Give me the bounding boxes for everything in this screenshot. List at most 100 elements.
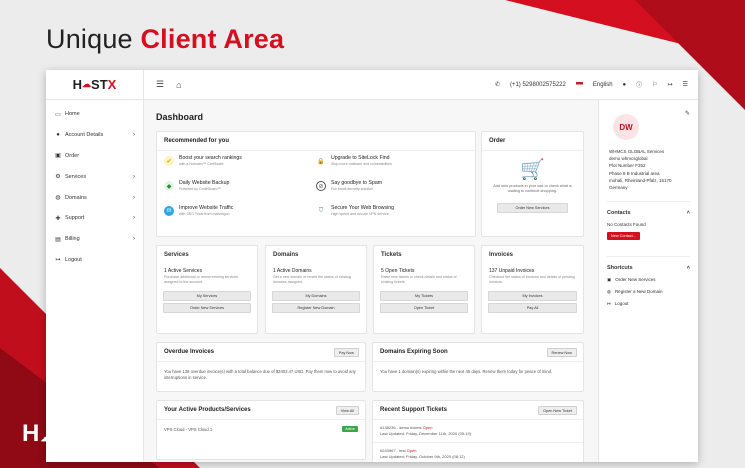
- vpn-shield-icon: ⛉: [318, 207, 324, 214]
- sidebar-item-domains[interactable]: ◍ Domains ›: [46, 187, 143, 208]
- logo-text: H: [22, 420, 41, 447]
- sidebar-item-support[interactable]: ✚ Support ›: [46, 208, 143, 229]
- logo[interactable]: H ☁ ST X: [46, 70, 144, 100]
- rec-sub: Powered by CodeGuard™: [179, 187, 222, 191]
- rec-item[interactable]: ◆ Daily Website Backup Powered by CodeGuar…: [164, 180, 316, 202]
- support-icon: ✚: [55, 215, 61, 222]
- open-ticket-button[interactable]: Open Ticket: [380, 302, 468, 313]
- menu-icon[interactable]: ☰: [156, 79, 164, 90]
- services-card: Services 1 Active Services Purchase addi…: [156, 245, 258, 334]
- ticket-title: #138236 - demo tickets: [380, 425, 422, 430]
- logout-icon: ↦: [55, 257, 61, 264]
- logout-icon[interactable]: ↦: [668, 81, 673, 88]
- status-badge: Active: [342, 426, 358, 432]
- rec-sub: with SEO Tools from marketgoo: [179, 212, 230, 216]
- tickets-card: Tickets 5 Open Tickets Raise new tickets…: [373, 245, 475, 334]
- sidebar-item-logout[interactable]: ↦ Logout: [46, 250, 143, 271]
- my-services-button[interactable]: My Services: [163, 290, 251, 301]
- shortcut-item[interactable]: ◍ Register a New Domain: [607, 289, 690, 295]
- edit-icon[interactable]: ✎: [685, 110, 690, 140]
- rec-item[interactable]: ✔ Boost your search rankings with a NoInde…: [164, 155, 316, 177]
- my-tickets-button[interactable]: My Tickets: [380, 290, 468, 301]
- card-title: Your Active Products/Services: [157, 401, 365, 420]
- address-line: mohali, Rheinland-Pfalz, 15170: [609, 177, 672, 183]
- sidebar-item-label: Order: [65, 152, 80, 159]
- user-icon: ●: [56, 132, 60, 139]
- order-new-services-button[interactable]: Order New Services: [163, 302, 251, 313]
- rec-title: Daily Website Backup: [179, 180, 230, 186]
- app-window: H ☁ ST X ☰ ⌂ ✆ (+1) 5298002575222 Englis…: [46, 70, 698, 462]
- headline-word: Unique: [46, 24, 133, 54]
- footer-logo: H☁STX: [22, 420, 109, 448]
- sidebar-item-label: Domains: [65, 194, 87, 201]
- info-icon[interactable]: ⓘ: [636, 80, 642, 89]
- ticket-date: Last Updated: Friday, December 11th, 202…: [380, 431, 472, 436]
- rec-item[interactable]: m Improve Website Traffic with SEO Tools f…: [164, 205, 316, 227]
- home-icon[interactable]: ⌂: [176, 80, 181, 90]
- rec-item[interactable]: ⛉ Secure Your Web Browsing High speed and …: [316, 205, 468, 227]
- sidebar: ▭ Home ● Account Details › ▣ Order ⚙ Services…: [46, 100, 144, 462]
- address-line: WHMCS GLOBAL Services: [609, 149, 665, 154]
- grid-menu-icon[interactable]: ☰: [683, 81, 688, 88]
- address-line: demo whmcsglobal: [609, 156, 648, 162]
- order-text: Add new products in your cart or check w…: [493, 184, 572, 194]
- user-icon[interactable]: ●: [623, 82, 627, 88]
- rec-sub: Full email security solution: [331, 187, 374, 191]
- sidebar-item-services[interactable]: ⚙ Services ›: [46, 166, 143, 187]
- rec-title: Secure Your Web Browsing: [331, 205, 395, 211]
- shortcut-item[interactable]: ↦ Logout: [607, 301, 690, 307]
- sidebar-item-account[interactable]: ● Account Details ›: [46, 125, 143, 146]
- shortcut-label: Order New Services: [615, 277, 656, 283]
- sidebar-item-order[interactable]: ▣ Order: [46, 146, 143, 167]
- ticket-row[interactable]: #138236 - demo tickets Open Last Updated…: [373, 420, 583, 443]
- logo-x: X: [92, 420, 110, 447]
- pay-all-button[interactable]: Pay All: [488, 302, 577, 313]
- chevron-right-icon: ›: [133, 194, 135, 201]
- overdue-invoices-card: Overdue Invoices Pay Now You have 138 ov…: [156, 342, 366, 392]
- address-line: Phase 8 B Industrial area: [609, 170, 660, 176]
- shortcuts-header[interactable]: Shortcuts ˄: [607, 256, 690, 271]
- order-new-services-button[interactable]: Order New Services: [497, 202, 568, 213]
- phone-number[interactable]: (+1) 5298002575222: [510, 82, 566, 88]
- pay-now-button[interactable]: Pay Now: [333, 348, 359, 357]
- profile-panel: DW ✎ WHMCS GLOBAL Services demo whmcsglo…: [598, 100, 698, 462]
- stat-desc: Purchase additional or renew existing se…: [164, 275, 238, 284]
- my-invoices-button[interactable]: My Invoices: [488, 290, 577, 301]
- monitor-icon: ▭: [55, 111, 61, 118]
- shortcut-item[interactable]: ▣ Order New Services: [607, 277, 690, 283]
- cloud-icon: ☁: [82, 79, 92, 89]
- cart-icon: ▣: [607, 277, 612, 283]
- register-domain-button[interactable]: Register New Domain: [272, 302, 360, 313]
- section-title: Contacts: [607, 210, 631, 217]
- phone-icon: ✆: [494, 82, 500, 88]
- shortcut-label: Register a New Domain: [614, 289, 663, 295]
- sidebar-item-home[interactable]: ▭ Home: [46, 104, 143, 125]
- rec-item[interactable]: 🔒 Upgrade to SiteLock Find Stop more malwa…: [316, 155, 468, 177]
- sidebar-item-billing[interactable]: ▤ Billing ›: [46, 229, 143, 250]
- rec-item[interactable]: ⊘ Say goodbye to Spam Full email security …: [316, 180, 468, 202]
- ticket-row[interactable]: #243967 - test Open Last Updated: Friday…: [373, 443, 583, 462]
- marketgoo-icon: m: [164, 206, 174, 216]
- chevron-up-icon: ˄: [686, 265, 690, 272]
- open-new-ticket-button[interactable]: Open New Ticket: [538, 406, 577, 415]
- page-title: Dashboard: [156, 112, 204, 122]
- renew-now-button[interactable]: Renew Now: [546, 348, 577, 357]
- chevron-right-icon: ›: [133, 173, 135, 180]
- view-all-button[interactable]: View All: [335, 406, 359, 415]
- new-contact-button[interactable]: New Contact...: [607, 232, 640, 241]
- cart-icon[interactable]: ⚐: [652, 81, 657, 88]
- sidebar-item-label: Account Details: [65, 132, 104, 139]
- avatar: DW: [613, 114, 639, 140]
- product-name: VPS Cloud - VPS Cloud 1: [164, 426, 213, 432]
- product-row[interactable]: VPS Cloud - VPS Cloud 1 Active: [157, 420, 365, 438]
- card-title: Invoices: [489, 252, 514, 258]
- sidebar-item-label: Logout: [65, 256, 82, 263]
- card-title: Domains: [273, 252, 299, 258]
- my-domains-button[interactable]: My Domains: [272, 290, 360, 301]
- ticket-status: Open: [422, 425, 433, 430]
- contacts-header[interactable]: Contacts ˄: [607, 201, 690, 216]
- sidebar-item-label: Home: [65, 111, 80, 118]
- rec-title: Boost your search rankings: [179, 155, 242, 161]
- chevron-right-icon: ›: [133, 236, 135, 243]
- language-select[interactable]: English: [593, 82, 613, 88]
